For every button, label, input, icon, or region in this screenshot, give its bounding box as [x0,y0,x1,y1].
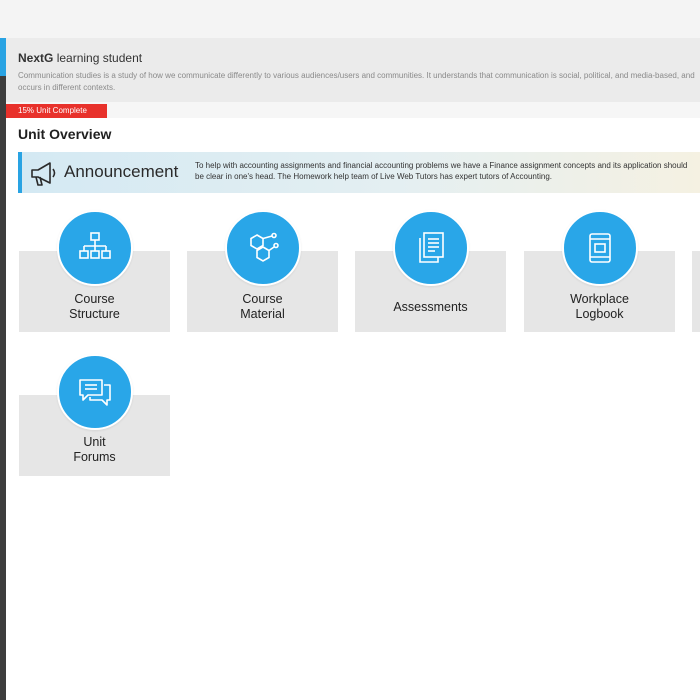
left-rail [0,38,6,700]
hierarchy-icon [79,232,111,259]
card-label: Course Structure [69,292,120,321]
header-title: NextG learning student [18,51,142,65]
molecule-icon [250,232,279,262]
section-title: Unit Overview [18,126,112,142]
card-label: Course Material [240,292,285,321]
unit-header: NextG learning student Communication stu… [6,38,700,102]
announcement-title: Announcement [64,162,179,181]
unit-description: Communication studies is a study of how … [18,71,695,92]
assessments-circle[interactable] [393,210,469,286]
documents-icon [419,232,444,263]
announcement-banner: Announcement To help with accounting ass… [18,152,700,193]
logbook-icon [589,233,611,263]
workplace-logbook-circle[interactable] [562,210,638,286]
card-label: Unit Forums [73,435,116,464]
progress-badge: 15% Unit Complete [6,104,107,118]
browser-top-bar [0,0,700,38]
unit-forums-circle[interactable] [57,354,133,430]
progress-strip: 15% Unit Complete [6,102,700,118]
megaphone-icon [31,162,56,186]
course-structure-circle[interactable] [57,210,133,286]
course-material-circle[interactable] [225,210,301,286]
card-label: Workplace Logbook [570,292,629,321]
announcement-text: To help with accounting assignments and … [195,161,688,181]
partial-card[interactable] [692,251,700,332]
chat-bubbles-icon [79,379,111,406]
card-label: Assessments [393,300,468,314]
brand-name: NextG [18,51,54,65]
brand-subtitle: learning student [56,51,143,65]
